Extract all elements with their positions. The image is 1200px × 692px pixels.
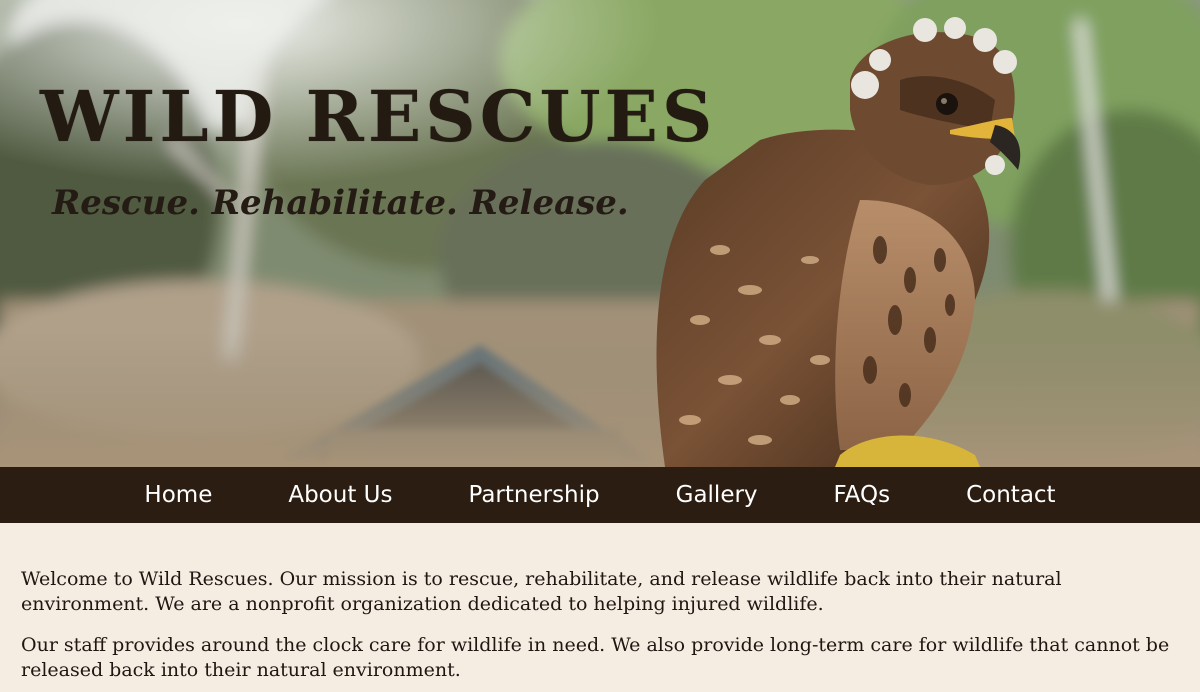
care-paragraph: Our staff provides around the clock care…: [21, 634, 1170, 681]
nav-item-faqs[interactable]: FAQs: [796, 467, 929, 523]
main-content: Welcome to Wild Rescues. Our mission is …: [0, 523, 1200, 683]
nav-item-about-us[interactable]: About Us: [250, 467, 430, 523]
intro-paragraph: Welcome to Wild Rescues. Our mission is …: [21, 568, 1062, 615]
nav-item-home[interactable]: Home: [106, 467, 250, 523]
hero-banner: WILD RESCUES Rescue. Rehabilitate. Relea…: [0, 0, 1200, 467]
main-nav: Home About Us Partnership Gallery FAQs C…: [0, 467, 1200, 523]
nav-item-contact[interactable]: Contact: [928, 467, 1093, 523]
site-title: WILD RESCUES: [40, 75, 717, 158]
site-tagline: Rescue. Rehabilitate. Release.: [52, 183, 629, 223]
hawk-photo-icon: [0, 0, 1200, 467]
nav-item-partnership[interactable]: Partnership: [430, 467, 637, 523]
nav-item-gallery[interactable]: Gallery: [638, 467, 796, 523]
